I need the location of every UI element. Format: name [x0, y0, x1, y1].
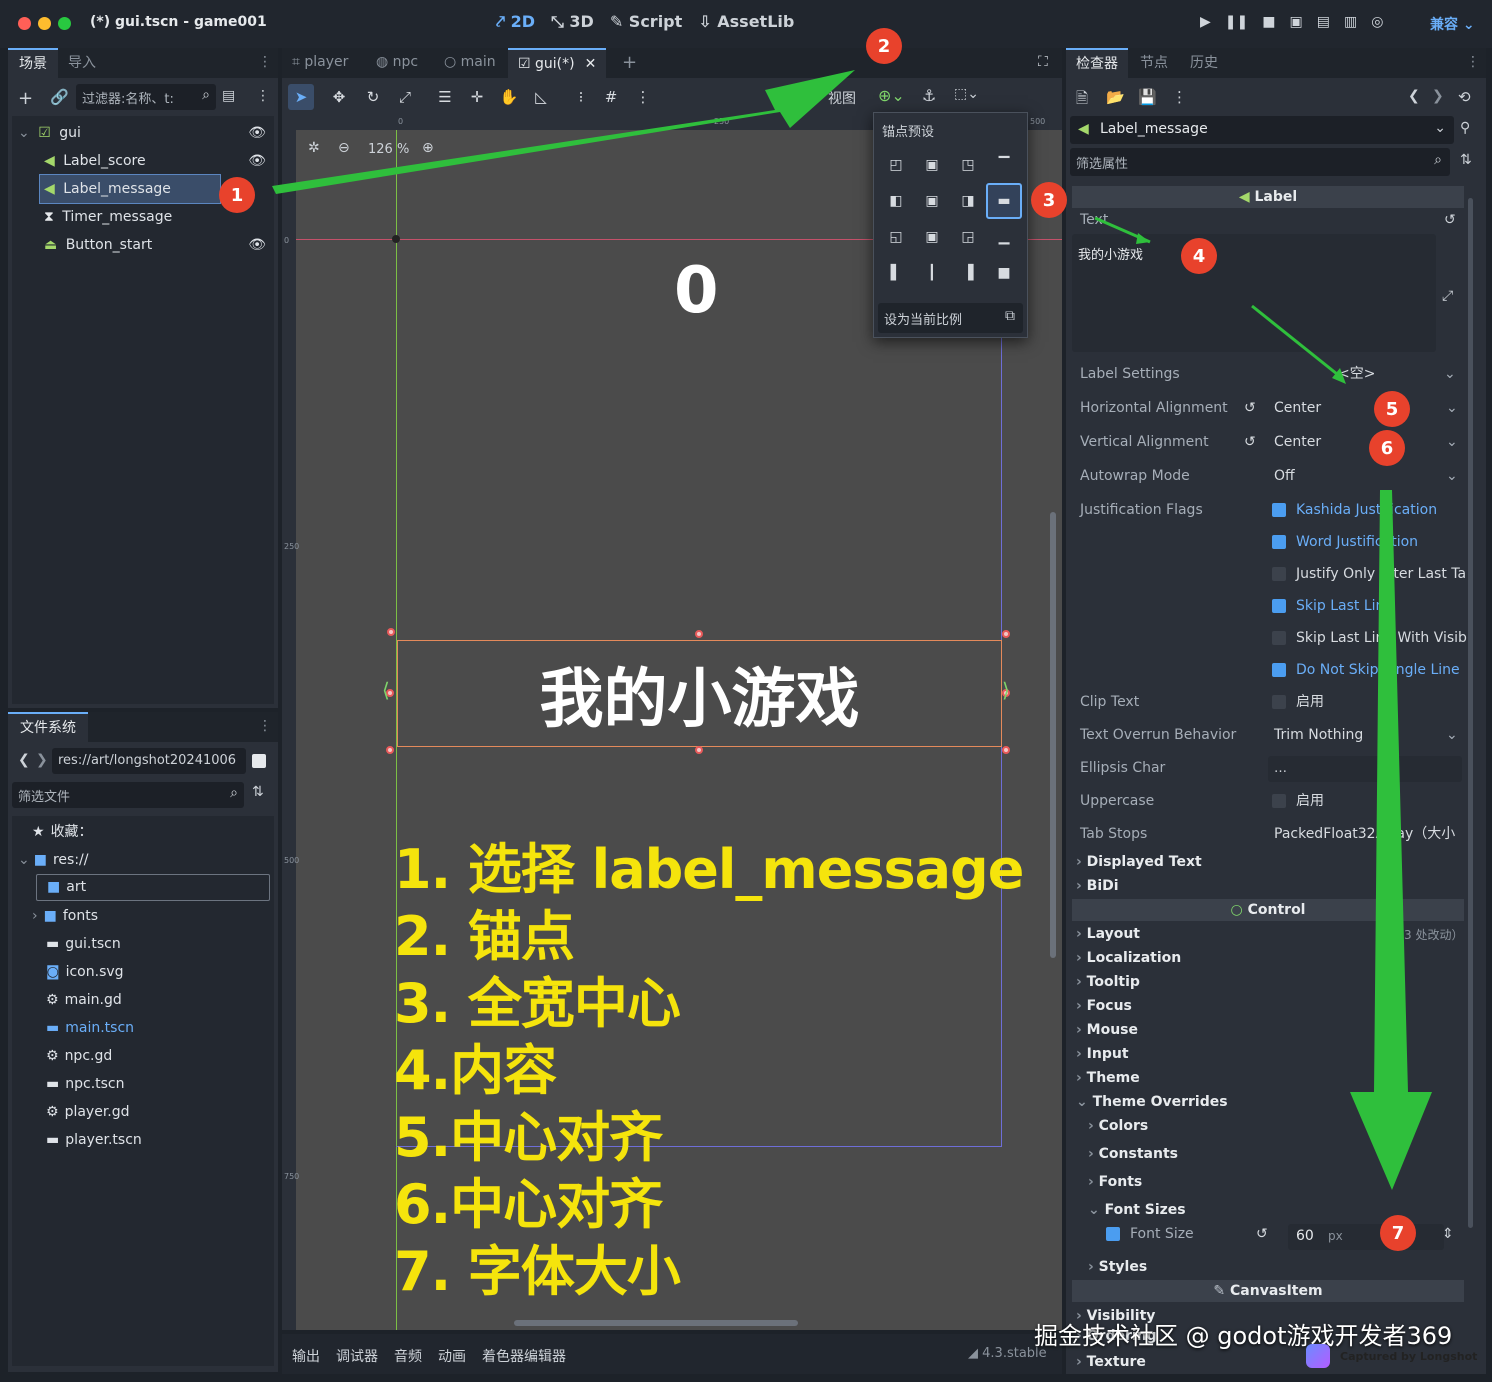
arrow-to-anchor-presets [272, 70, 855, 194]
watermark-text: 掘金技术社区 @ godot游戏开发者369 [1034, 1322, 1453, 1350]
longshot-logo-icon [1306, 1344, 1330, 1368]
annotation-badge: 7 [1380, 1215, 1416, 1251]
annotation-badge: 1 [219, 177, 255, 213]
capture-credit: Captured by Longshot [1340, 1350, 1478, 1363]
annotation-badge: 6 [1369, 430, 1405, 466]
arrow-to-label-settings [1251, 304, 1343, 380]
annotation-badge: 2 [866, 28, 902, 64]
annotation-badge: 4 [1181, 238, 1217, 274]
arrow-to-font-size [1350, 490, 1432, 1190]
annotation-badge: 3 [1031, 182, 1067, 218]
annotation-badge: 5 [1374, 391, 1410, 427]
